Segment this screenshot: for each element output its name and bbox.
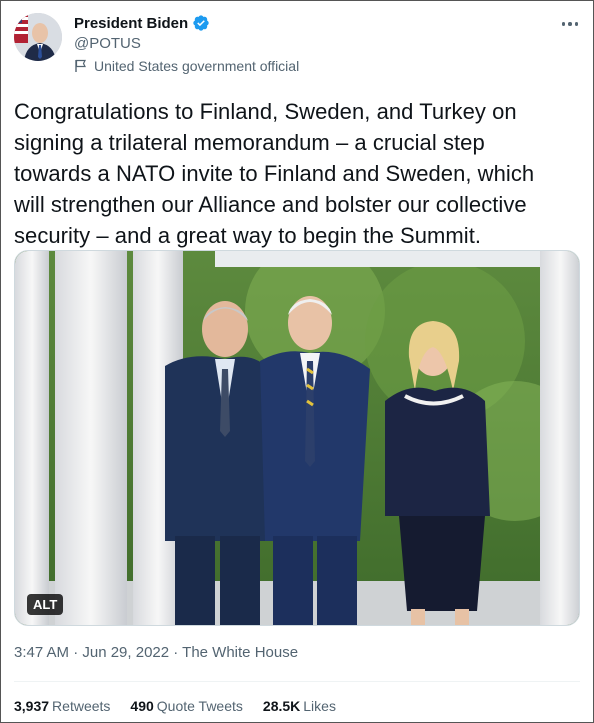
photo-illustration: [15, 251, 579, 625]
divider: [14, 681, 580, 682]
tweet-text-line: signing a trilateral memorandum – a cruc…: [14, 130, 485, 155]
likes-stat[interactable]: 28.5K Likes: [263, 698, 336, 714]
alt-text-badge[interactable]: ALT: [27, 594, 64, 615]
tweet-photo[interactable]: ALT: [14, 250, 580, 626]
quote-tweets-label: Quote Tweets: [156, 698, 243, 714]
retweets-stat[interactable]: 3,937 Retweets: [14, 698, 110, 714]
retweets-label: Retweets: [52, 698, 111, 714]
author-display-name[interactable]: President Biden: [74, 15, 188, 32]
government-flag-icon: [74, 59, 88, 73]
tweet-card: President Biden @POTUS United States gov…: [0, 0, 594, 723]
quote-tweets-count: 490: [130, 698, 154, 714]
tweet-text-line: towards a NATO invite to Finland and Swe…: [14, 161, 535, 186]
likes-label: Likes: [303, 698, 336, 714]
tweet-text: Congratulations to Finland, Sweden, and …: [14, 96, 580, 251]
tweet-text-line: security – and a great way to begin the …: [14, 223, 482, 248]
tweet-header: President Biden @POTUS United States gov…: [14, 12, 584, 82]
government-label: United States government official: [74, 58, 299, 74]
retweets-count: 3,937: [14, 698, 50, 714]
likes-count: 28.5K: [262, 698, 301, 714]
government-label-text: United States government official: [94, 58, 300, 74]
author-handle[interactable]: @POTUS: [74, 35, 210, 52]
tweet-timestamp-source[interactable]: 3:47 AM · Jun 29, 2022 · The White House: [14, 644, 298, 661]
tweet-text-line: Congratulations to Finland, Sweden, and …: [14, 99, 517, 124]
verified-badge-icon: [192, 14, 210, 32]
tweet-stats: 3,937 Retweets 490 Quote Tweets 28.5K Likes: [14, 698, 336, 714]
quote-tweets-stat[interactable]: 490 Quote Tweets: [130, 698, 243, 714]
more-options-icon[interactable]: [558, 14, 582, 34]
tweet-text-line: will strengthen our Alliance and bolster…: [14, 192, 527, 217]
author-block: President Biden @POTUS: [74, 14, 210, 52]
avatar[interactable]: [14, 13, 62, 61]
avatar-image: [14, 13, 62, 61]
